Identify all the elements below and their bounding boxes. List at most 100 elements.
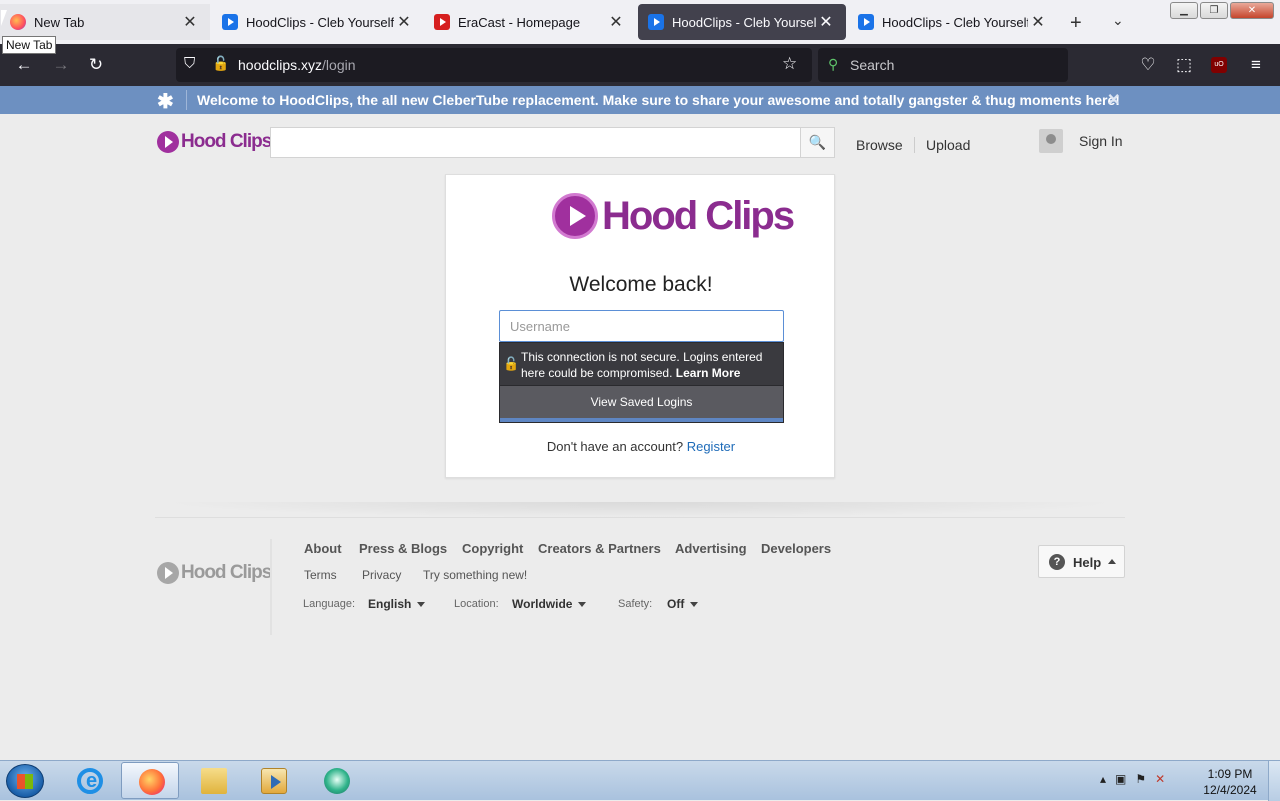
restore-icon[interactable]: ❐ bbox=[1200, 2, 1228, 19]
footer-link-about[interactable]: About bbox=[304, 541, 342, 556]
view-saved-logins-button[interactable]: View Saved Logins bbox=[500, 385, 783, 418]
section-shadow bbox=[155, 502, 1125, 518]
login-logo: Hood Clips bbox=[552, 193, 795, 239]
footer-link-press[interactable]: Press & Blogs bbox=[359, 541, 447, 556]
footer-link-copyright[interactable]: Copyright bbox=[462, 541, 523, 556]
play-logo-icon bbox=[157, 131, 179, 153]
site-logo[interactable]: Hood Clips bbox=[157, 131, 272, 153]
browse-link[interactable]: Browse bbox=[856, 137, 903, 153]
language-label: Language: bbox=[303, 598, 355, 610]
footer-vertical-divider bbox=[270, 539, 272, 635]
window-controls: ▁ ❐ ✕ bbox=[1170, 2, 1274, 19]
search-engine-icon[interactable]: ⚲ bbox=[828, 56, 838, 73]
taskbar-internet-explorer[interactable] bbox=[60, 762, 118, 799]
footer-link-creators[interactable]: Creators & Partners bbox=[538, 541, 661, 556]
learn-more-link[interactable]: Learn More bbox=[676, 366, 741, 380]
header-divider bbox=[914, 137, 915, 153]
help-label: Help bbox=[1073, 555, 1102, 570]
upload-link[interactable]: Upload bbox=[926, 137, 970, 153]
folder-icon bbox=[201, 768, 227, 794]
tab-hoodclips-1[interactable]: HoodClips - Cleb Yourself ✕ bbox=[212, 4, 424, 40]
tab-title: HoodClips - Cleb Yourself bbox=[672, 14, 816, 30]
close-tab-icon[interactable]: ✕ bbox=[606, 12, 626, 32]
app-globe-icon bbox=[324, 768, 350, 794]
action-center-flag-icon[interactable]: ⚑ bbox=[1135, 772, 1146, 786]
system-clock[interactable]: 1:09 PM 12/4/2024 bbox=[1194, 766, 1266, 798]
location-select[interactable]: Worldwide bbox=[512, 597, 587, 611]
close-tab-icon[interactable]: ✕ bbox=[1028, 12, 1048, 32]
footer-link-advertising[interactable]: Advertising bbox=[675, 541, 747, 556]
forward-arrow-icon[interactable]: → bbox=[50, 54, 72, 76]
tab-title: HoodClips - Cleb Yourself bbox=[882, 14, 1028, 30]
menu-hamburger-icon[interactable]: ≡ bbox=[1245, 54, 1267, 76]
shield-icon[interactable]: ⛉ bbox=[184, 55, 195, 72]
location-value: Worldwide bbox=[512, 597, 573, 611]
taskbar-firefox[interactable] bbox=[121, 762, 179, 799]
volume-muted-icon[interactable]: ✕ bbox=[1155, 772, 1165, 786]
url-path: /login bbox=[322, 57, 356, 73]
list-tabs-chevron-icon[interactable]: ⌄ bbox=[1112, 12, 1124, 29]
url-text[interactable]: hoodclips.xyz/login bbox=[238, 57, 356, 73]
register-link[interactable]: Register bbox=[687, 439, 735, 454]
ublock-icon[interactable]: uO bbox=[1211, 57, 1227, 73]
location-label: Location: bbox=[454, 598, 499, 610]
show-desktop-button[interactable] bbox=[1268, 761, 1280, 801]
tray-expand-icon[interactable]: ▴ bbox=[1100, 772, 1106, 786]
language-value: English bbox=[368, 597, 412, 611]
network-icon[interactable]: ▣ bbox=[1115, 772, 1126, 786]
footer-link-privacy[interactable]: Privacy bbox=[362, 568, 401, 582]
taskbar-media-player[interactable] bbox=[244, 762, 302, 799]
url-bar[interactable]: ⛉ 🔓 hoodclips.xyz/login ☆ bbox=[176, 48, 812, 82]
footer-link-developers[interactable]: Developers bbox=[761, 541, 831, 556]
minimize-icon[interactable]: ▁ bbox=[1170, 2, 1198, 19]
windows-logo-icon bbox=[17, 774, 33, 789]
start-button[interactable] bbox=[6, 764, 44, 798]
sign-in-link[interactable]: Sign In bbox=[1079, 133, 1123, 149]
close-tab-icon[interactable]: ✕ bbox=[394, 12, 414, 32]
site-notice-bar: ✱ Welcome to HoodClips, the all new Cleb… bbox=[0, 86, 1280, 114]
tab-eracast[interactable]: EraCast - Homepage ✕ bbox=[424, 4, 636, 40]
notice-close-icon[interactable]: ✕ bbox=[1107, 90, 1120, 110]
tab-title: HoodClips - Cleb Yourself bbox=[246, 14, 394, 30]
language-select[interactable]: English bbox=[368, 597, 426, 611]
close-tab-icon[interactable]: ✕ bbox=[180, 12, 200, 32]
user-avatar-icon[interactable] bbox=[1039, 129, 1063, 153]
insecure-lock-icon[interactable]: 🔓 bbox=[212, 55, 229, 72]
search-icon: 🔍 bbox=[808, 134, 827, 150]
username-input[interactable] bbox=[499, 310, 784, 342]
caret-down-icon bbox=[578, 602, 587, 608]
url-host: hoodclips.xyz bbox=[238, 57, 323, 73]
window-close-icon[interactable]: ✕ bbox=[1230, 2, 1274, 19]
reload-icon[interactable]: ↻ bbox=[85, 54, 107, 76]
tab-hoodclips-active[interactable]: HoodClips - Cleb Yourself ✕ bbox=[638, 4, 846, 40]
taskbar-app[interactable] bbox=[307, 762, 365, 799]
extensions-icon[interactable]: ⬚ bbox=[1173, 54, 1195, 76]
login-heading: Welcome back! bbox=[569, 273, 713, 296]
play-logo-icon bbox=[552, 193, 598, 239]
windows-taskbar: ▴ ▣ ⚑ ✕ 1:09 PM 12/4/2024 bbox=[0, 760, 1280, 801]
internet-explorer-icon bbox=[77, 768, 103, 794]
taskbar-file-explorer[interactable] bbox=[184, 762, 242, 799]
new-tab-plus-icon[interactable]: + bbox=[1070, 12, 1082, 35]
insecure-login-popup: 🔓 This connection is not secure. Logins … bbox=[499, 342, 784, 423]
tab-new-tab[interactable]: New Tab ✕ bbox=[0, 4, 210, 40]
site-search-input[interactable] bbox=[270, 127, 801, 158]
back-arrow-icon[interactable]: ← bbox=[13, 54, 35, 76]
tab-hoodclips-3[interactable]: HoodClips - Cleb Yourself ✕ bbox=[848, 4, 1058, 40]
footer-divider bbox=[155, 517, 1125, 518]
help-button[interactable]: ? Help bbox=[1038, 545, 1125, 578]
register-prompt: Don't have an account? Register bbox=[446, 439, 836, 454]
play-logo-icon bbox=[157, 562, 179, 584]
navigation-toolbar: ← → ↻ ⛉ 🔓 hoodclips.xyz/login ☆ ⚲ Search… bbox=[0, 44, 1280, 86]
safety-select[interactable]: Off bbox=[667, 597, 699, 611]
footer-link-try-new[interactable]: Try something new! bbox=[423, 568, 527, 582]
close-tab-icon[interactable]: ✕ bbox=[816, 12, 836, 32]
search-bar[interactable]: ⚲ Search bbox=[818, 48, 1068, 82]
bookmark-star-icon[interactable]: ☆ bbox=[782, 54, 797, 74]
tab-strip: New Tab ✕ HoodClips - Cleb Yourself ✕ Er… bbox=[0, 0, 1280, 44]
site-search-button[interactable]: 🔍 bbox=[800, 127, 835, 158]
caret-up-icon bbox=[1108, 559, 1116, 564]
footer-logo[interactable]: Hood Clips bbox=[157, 562, 272, 584]
pocket-icon[interactable]: ♡ bbox=[1137, 54, 1159, 76]
footer-link-terms[interactable]: Terms bbox=[304, 568, 337, 582]
